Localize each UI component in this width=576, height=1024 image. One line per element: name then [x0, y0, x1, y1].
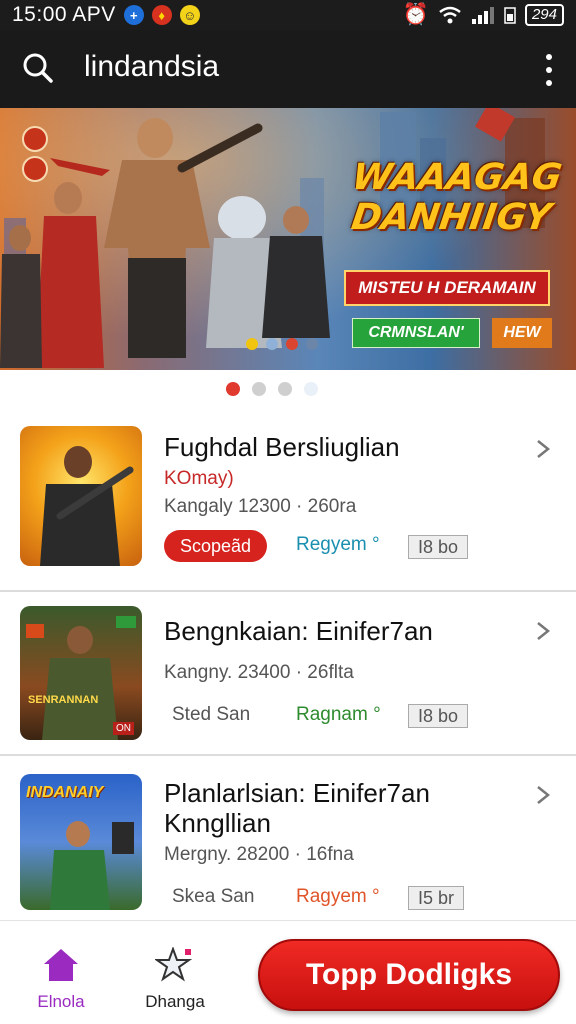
- search-query-text[interactable]: lindandsia: [84, 50, 219, 84]
- battery-icon: 294: [524, 4, 564, 26]
- carousel-dot-4[interactable]: [304, 382, 318, 396]
- banner-artwork: [0, 108, 545, 368]
- item-size-badge: I5 br: [408, 886, 465, 910]
- more-vertical-icon[interactable]: [544, 54, 554, 86]
- nav-favorites[interactable]: Dhanga: [130, 946, 220, 1012]
- map-pin-icon: ♦: [151, 5, 172, 25]
- item-link-text: Regyem: [296, 534, 367, 555]
- plus-badge-icon: +: [123, 5, 144, 25]
- game-thumbnail[interactable]: SENRANNAN ON: [20, 606, 142, 740]
- chevron-right-icon[interactable]: [532, 620, 554, 642]
- alarm-icon: ⏰: [402, 3, 429, 26]
- banner-subtitle: MISTEU H DERAMAIN: [344, 270, 550, 306]
- banner-title-line1: WAAAGAG: [349, 157, 565, 198]
- status-time: 15:00 APV: [12, 3, 116, 26]
- list-item[interactable]: INDANAIY Planlarlsian: Einifer7an Knngll…: [0, 756, 576, 920]
- carousel-dot-2[interactable]: [252, 382, 266, 396]
- thumbnail-label: INDANAIY: [26, 784, 104, 801]
- item-primary-tag[interactable]: Scopeãd: [164, 530, 268, 562]
- top-downloads-button[interactable]: Topp Dodligks: [258, 939, 560, 1011]
- item-meta: Mergny. 28200 · 16fna: [164, 844, 354, 865]
- home-icon: [44, 949, 78, 981]
- bottom-navigation: Elnola Dhanga Topp Dodligks: [0, 920, 576, 1024]
- item-meta: Kangaly 12300 · 260ra: [164, 496, 357, 517]
- chevron-right-icon[interactable]: [532, 784, 554, 806]
- item-link-tag[interactable]: Ragnam °: [296, 704, 381, 726]
- list-item[interactable]: Fughdal Bersliuglian KOmay) Kangaly 1230…: [0, 410, 576, 590]
- item-title[interactable]: Fughdal Bersliuglian: [164, 432, 400, 462]
- item-link-text: Ragnam: [296, 704, 368, 725]
- chevron-right-icon[interactable]: [532, 438, 554, 460]
- item-primary-tag[interactable]: Sted San: [172, 704, 250, 726]
- search-icon[interactable]: [22, 52, 54, 84]
- featured-banner[interactable]: WAAAGAG DANHIIGY MISTEU H DERAMAIN CRMNS…: [0, 108, 576, 370]
- banner-title-line2: DANHIIGY: [348, 197, 554, 238]
- game-thumbnail[interactable]: INDANAIY: [20, 774, 142, 910]
- list-item[interactable]: SENRANNAN ON Bengnkaian: Einifer7an Kang…: [0, 592, 576, 772]
- item-link-text: Ragyem: [296, 886, 367, 907]
- battery-small-icon: [504, 7, 516, 24]
- status-bar: 15:00 APV + ♦ ☺ ⏰ 294: [0, 0, 576, 30]
- thumbnail-artwork: [26, 616, 136, 740]
- signal-icon: [471, 7, 494, 24]
- item-meta: Kangny. 23400 · 26flta: [164, 662, 354, 683]
- wifi-icon: [439, 6, 461, 24]
- video-badge-icon[interactable]: [22, 126, 48, 152]
- banner-new-button[interactable]: HEW: [492, 318, 552, 348]
- banner-inner-dots: [246, 338, 318, 350]
- game-thumbnail[interactable]: [20, 426, 142, 566]
- carousel-dot-3[interactable]: [278, 382, 292, 396]
- nav-home[interactable]: Elnola: [16, 947, 106, 1012]
- item-primary-tag[interactable]: Skea San: [172, 886, 254, 908]
- banner-game-title: WAAAGAG DANHIIGY: [338, 157, 569, 238]
- top-app-bar: lindandsia: [0, 30, 576, 108]
- thumbnail-artwork: [40, 446, 134, 566]
- item-size-badge: I8 bo: [408, 704, 469, 728]
- item-link-tag[interactable]: Regyem °: [296, 534, 380, 556]
- item-subtitle: KOmay): [164, 468, 234, 489]
- item-size-badge: I8 bo: [408, 535, 469, 559]
- banner-green-button[interactable]: CRMNSLAN': [352, 318, 480, 348]
- item-title-line1: Planlarlsian: Einifer7an: [164, 778, 430, 808]
- thumbnail-label: SENRANNAN: [28, 694, 99, 706]
- emoji-icon: ☺: [179, 5, 200, 25]
- thumbnail-badge: ON: [113, 722, 134, 735]
- item-title-line2: Knngllian: [164, 808, 271, 838]
- item-title[interactable]: Planlarlsian: Einifer7an Knngllian: [164, 778, 430, 838]
- item-title[interactable]: Bengnkaian: Einifer7an: [164, 616, 433, 646]
- globe-badge-icon[interactable]: [22, 156, 48, 182]
- carousel-dot-1[interactable]: [226, 382, 240, 396]
- nav-favorites-label: Dhanga: [145, 992, 205, 1011]
- carousel-indicators: [226, 382, 318, 396]
- nav-home-label: Elnola: [37, 992, 85, 1011]
- item-link-tag[interactable]: Ragyem °: [296, 886, 380, 908]
- star-icon: [153, 946, 193, 982]
